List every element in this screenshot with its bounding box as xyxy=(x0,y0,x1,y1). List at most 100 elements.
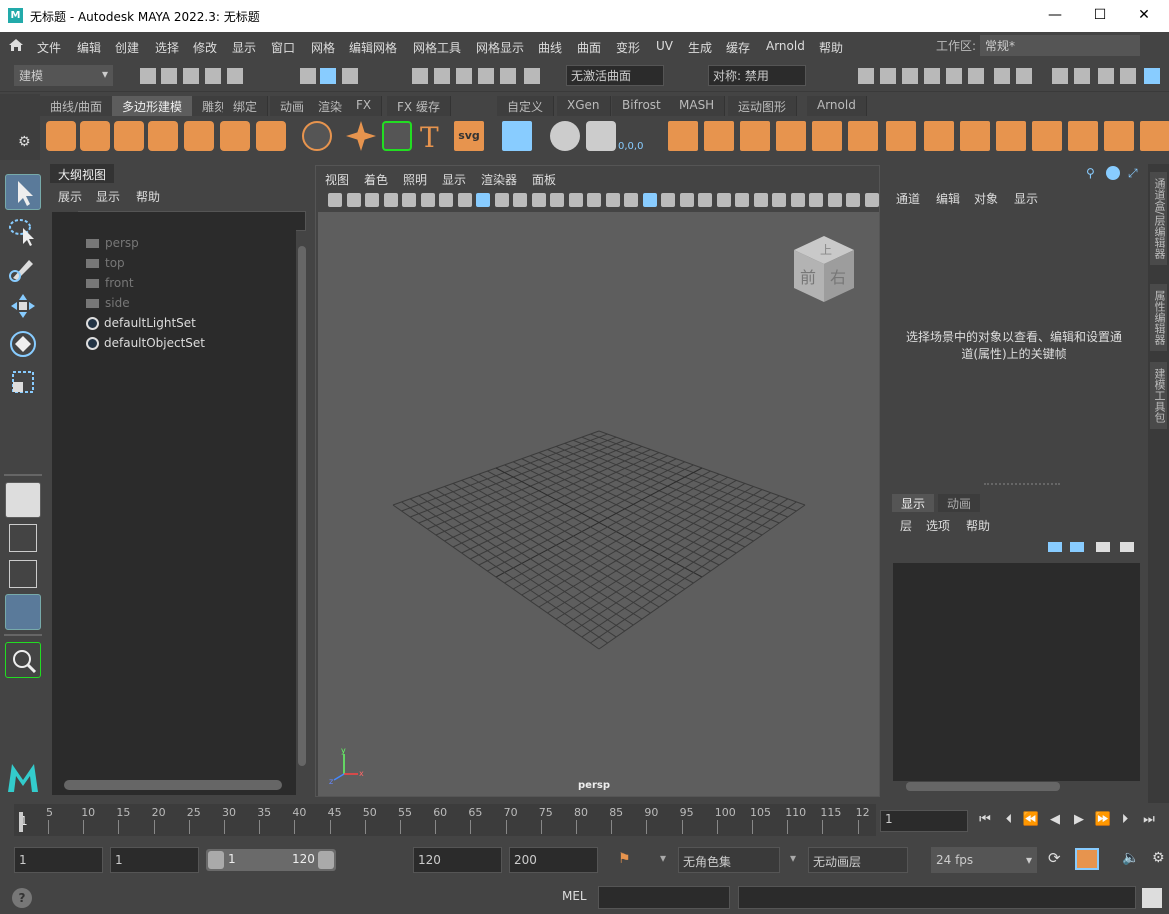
character-set-field[interactable]: 无角色集 xyxy=(678,847,780,873)
status-render-icon[interactable] xyxy=(880,68,896,84)
center-pivot-icon[interactable] xyxy=(550,121,580,151)
status-tool-icon[interactable] xyxy=(227,68,243,84)
menu-item-14[interactable]: UV xyxy=(656,39,673,53)
mesh-edit-icon[interactable] xyxy=(960,121,990,151)
status-render-icon[interactable] xyxy=(858,68,874,84)
list-item[interactable]: persp xyxy=(86,236,139,250)
status-render-icon[interactable] xyxy=(1074,68,1090,84)
status-render-icon[interactable] xyxy=(968,68,984,84)
go-to-end-icon[interactable]: ⏭ xyxy=(1140,811,1158,829)
viewport-menu-4[interactable]: 渲染器 xyxy=(481,171,517,188)
mesh-edit-icon[interactable] xyxy=(1140,121,1169,151)
viewport-tool-icon[interactable] xyxy=(809,193,823,207)
outliner-vscrollbar[interactable] xyxy=(298,246,306,766)
status-tool-icon[interactable] xyxy=(412,68,428,84)
status-tool-icon[interactable] xyxy=(434,68,450,84)
primitive-shape-icon[interactable] xyxy=(220,121,250,151)
step-forward-key-icon[interactable]: ⏵ xyxy=(1116,811,1134,829)
viewport-tool-icon[interactable] xyxy=(402,193,416,207)
viewport-tool-icon[interactable] xyxy=(531,193,546,207)
playback-end-field[interactable]: 120 xyxy=(413,847,502,873)
tool-settings-icon[interactable]: ⤢ xyxy=(1128,166,1138,181)
menu-item-10[interactable]: 网格显示 xyxy=(476,39,524,56)
menu-item-1[interactable]: 编辑 xyxy=(77,39,101,56)
outliner-menu-2[interactable]: 帮助 xyxy=(136,188,160,205)
primitive-shape-icon[interactable] xyxy=(46,121,76,151)
side-tab-1[interactable]: 属性编辑器 xyxy=(1150,284,1167,351)
viewport-tool-icon[interactable] xyxy=(661,193,675,207)
outliner-menu-0[interactable]: 展示 xyxy=(58,188,82,205)
layer-tab-1[interactable]: 动画 xyxy=(938,494,981,512)
viewport-tool-icon[interactable] xyxy=(753,193,768,207)
outliner-menu-1[interactable]: 显示 xyxy=(96,188,120,205)
layer-menu-2[interactable]: 帮助 xyxy=(966,517,990,534)
layer-menu-0[interactable]: 层 xyxy=(900,517,912,534)
shelf-tab-1[interactable]: 多边形建模 xyxy=(112,96,194,116)
shelf-tab-13[interactable]: Arnold xyxy=(807,96,867,116)
viewport-tool-icon[interactable] xyxy=(383,193,398,207)
mesh-edit-icon[interactable] xyxy=(668,121,698,151)
scale-tool-icon[interactable] xyxy=(5,364,41,400)
shelf-tab-11[interactable]: MASH xyxy=(669,96,726,116)
shelf-tab-9[interactable]: XGen xyxy=(557,96,611,116)
viewport-tool-icon[interactable] xyxy=(476,193,490,207)
viewport-tool-icon[interactable] xyxy=(328,193,342,207)
status-tool-icon[interactable] xyxy=(342,68,358,84)
step-forward-frame-icon[interactable]: ⏩ xyxy=(1094,811,1112,829)
time-slider[interactable]: 1 5 10 15 20 25 30 35 40 45 50 55 60 65 70 75 80 85 90 95 1… xyxy=(14,804,876,836)
menu-set-select[interactable]: 建模 ▾ xyxy=(14,65,113,86)
command-line-input[interactable] xyxy=(598,886,730,909)
play-back-icon[interactable]: ◀ xyxy=(1046,811,1064,829)
viewport-tool-icon[interactable] xyxy=(346,193,361,207)
menu-item-16[interactable]: 缓存 xyxy=(726,39,750,56)
svg-tool-icon[interactable]: svg xyxy=(454,121,484,151)
menu-item-9[interactable]: 网格工具 xyxy=(413,39,461,56)
status-render-icon[interactable] xyxy=(924,68,940,84)
viewport-tool-icon[interactable] xyxy=(642,193,657,207)
sound-icon[interactable]: 🔈 xyxy=(1122,850,1139,866)
channel-box-menu-3[interactable]: 显示 xyxy=(1014,190,1038,207)
mesh-edit-icon[interactable] xyxy=(1104,121,1134,151)
mesh-edit-icon[interactable] xyxy=(996,121,1026,151)
home-icon[interactable] xyxy=(8,38,24,52)
shelf-tab-6[interactable]: FX xyxy=(346,96,383,116)
move-layer-down-icon[interactable] xyxy=(1070,542,1084,552)
status-tool-icon[interactable] xyxy=(183,68,199,84)
layer-menu-1[interactable]: 选项 xyxy=(926,517,950,534)
current-frame-field[interactable]: 1 xyxy=(880,810,968,832)
viewport-tool-icon[interactable] xyxy=(568,193,583,207)
shelf-tab-12[interactable]: 运动图形 xyxy=(728,96,798,116)
fps-select[interactable]: 24 fps ▾ xyxy=(931,847,1037,873)
list-item[interactable]: defaultLightSet xyxy=(86,316,196,330)
viewport-tool-icon[interactable] xyxy=(827,193,842,207)
super-shape-icon[interactable] xyxy=(346,121,376,151)
status-render-icon[interactable] xyxy=(1016,68,1032,84)
play-forward-icon[interactable]: ▶ xyxy=(1070,811,1088,829)
status-tool-icon[interactable] xyxy=(456,68,472,84)
viewport-tool-icon[interactable] xyxy=(864,193,879,207)
grid-icon[interactable] xyxy=(502,121,532,151)
mesh-edit-icon[interactable] xyxy=(1032,121,1062,151)
status-tool-icon[interactable] xyxy=(205,68,221,84)
sweep-mesh-icon[interactable] xyxy=(382,121,412,151)
bookmark-icon[interactable]: ⚑ xyxy=(618,851,632,869)
step-back-frame-icon[interactable]: ⏪ xyxy=(1022,811,1040,829)
channel-box-menu-0[interactable]: 通道 xyxy=(896,190,920,207)
script-editor-icon[interactable] xyxy=(1142,888,1162,908)
mesh-edit-icon[interactable] xyxy=(740,121,770,151)
playhead[interactable] xyxy=(19,812,23,832)
viewport-tool-icon[interactable] xyxy=(624,193,638,207)
viewport-tool-icon[interactable] xyxy=(587,193,601,207)
channel-box-icon[interactable]: ⚲ xyxy=(1086,166,1100,180)
animation-end-field[interactable]: 200 xyxy=(509,847,598,873)
splitter-handle[interactable] xyxy=(984,483,1060,485)
viewport-tool-icon[interactable] xyxy=(550,193,564,207)
animation-start-field[interactable]: 1 xyxy=(14,847,103,873)
viewport-menu-2[interactable]: 照明 xyxy=(403,171,427,188)
preferences-icon[interactable]: ⚙ xyxy=(1152,850,1165,866)
status-tool-icon[interactable] xyxy=(300,68,316,84)
channel-box-menu-2[interactable]: 对象 xyxy=(974,190,998,207)
menu-item-18[interactable]: 帮助 xyxy=(819,39,843,56)
viewport-tool-icon[interactable] xyxy=(439,193,453,207)
paint-select-tool-icon[interactable] xyxy=(5,250,41,286)
